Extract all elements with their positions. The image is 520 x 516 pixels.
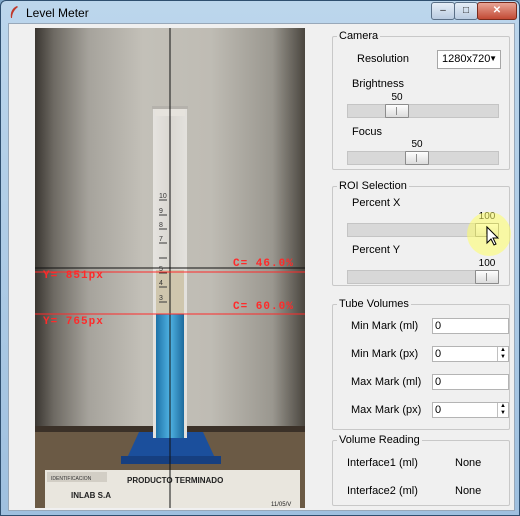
min-mark-ml-label: Min Mark (ml) [351, 320, 419, 332]
percent-y-slider[interactable] [347, 270, 499, 284]
scale-label-7: 7 [159, 236, 163, 243]
app-window: Level Meter – □ ✕ IDENTIFICACION PRODUCT… [0, 0, 520, 516]
minimize-button[interactable]: – [431, 2, 455, 20]
sign-main-text: PRODUCTO TERMINADO [127, 476, 223, 485]
camera-legend: Camera [339, 30, 379, 42]
camera-video-feed[interactable]: IDENTIFICACION PRODUCTO TERMINADO INLAB … [35, 28, 305, 508]
resolution-label: Resolution [357, 53, 409, 65]
scale-label-4: 4 [159, 280, 163, 287]
volume-reading-legend: Volume Reading [339, 434, 420, 446]
interface2-value: None [455, 485, 482, 497]
scale-label-10: 10 [159, 193, 167, 200]
resolution-value: 1280x720 [442, 53, 491, 65]
sign-company-text: INLAB S.A [71, 491, 111, 500]
percent-y-label: Percent Y [352, 244, 401, 256]
focus-slider-handle[interactable] [405, 151, 429, 165]
interface1-c-label: C= 46.0% [233, 258, 294, 270]
feather-icon [10, 6, 18, 18]
focus-value: 50 [411, 139, 423, 150]
interface1-value: None [455, 457, 482, 469]
roi-legend: ROI Selection [339, 180, 407, 192]
spin-arrows-icon[interactable]: ▲ ▼ [497, 403, 508, 417]
interface2-y-label: Y= 765px [43, 316, 104, 328]
max-mark-ml-field[interactable]: 0 [432, 374, 509, 390]
focus-slider[interactable] [347, 151, 499, 165]
min-mark-px-spinbox[interactable]: 0 ▲ ▼ [432, 346, 509, 362]
brightness-value: 50 [391, 92, 403, 103]
scale-label-3: 3 [159, 295, 163, 302]
sign-date-text: 11/05/V [271, 502, 291, 508]
client-area: IDENTIFICACION PRODUCTO TERMINADO INLAB … [8, 23, 515, 511]
brightness-slider-handle[interactable] [385, 104, 409, 118]
max-mark-ml-label: Max Mark (ml) [351, 376, 422, 388]
max-mark-px-value: 0 [435, 404, 442, 416]
resolution-dropdown[interactable]: 1280x720 ▼ [437, 50, 501, 69]
max-mark-px-label: Max Mark (px) [351, 404, 422, 416]
percent-y-slider-handle[interactable] [475, 270, 499, 284]
interface2-c-label: C= 60.0% [233, 301, 294, 313]
interface1-label: Interface1 (ml) [347, 457, 418, 469]
tube-volumes-legend: Tube Volumes [339, 298, 409, 310]
min-mark-px-value: 0 [435, 348, 442, 360]
window-title: Level Meter [26, 6, 89, 20]
title-bar[interactable]: Level Meter – □ ✕ [1, 1, 519, 23]
sign-small-text: IDENTIFICACION [51, 476, 92, 482]
brightness-label: Brightness [352, 78, 404, 90]
focus-label: Focus [352, 126, 382, 138]
max-mark-px-spinbox[interactable]: 0 ▲ ▼ [432, 402, 509, 418]
mouse-cursor-icon [467, 212, 511, 256]
min-mark-ml-field[interactable]: 0 [432, 318, 509, 334]
scale-label-8: 8 [159, 222, 163, 229]
min-mark-px-label: Min Mark (px) [351, 348, 419, 360]
percent-y-value: 100 [478, 258, 496, 269]
interface1-y-label: Y= 851px [43, 270, 104, 282]
maximize-button[interactable]: □ [454, 2, 478, 20]
scale-label-9: 9 [159, 208, 163, 215]
chevron-down-icon: ▼ [489, 54, 497, 63]
close-button[interactable]: ✕ [477, 2, 517, 20]
percent-x-label: Percent X [352, 197, 401, 209]
brightness-slider[interactable] [347, 104, 499, 118]
interface2-label: Interface2 (ml) [347, 485, 418, 497]
spin-arrows-icon[interactable]: ▲ ▼ [497, 347, 508, 361]
